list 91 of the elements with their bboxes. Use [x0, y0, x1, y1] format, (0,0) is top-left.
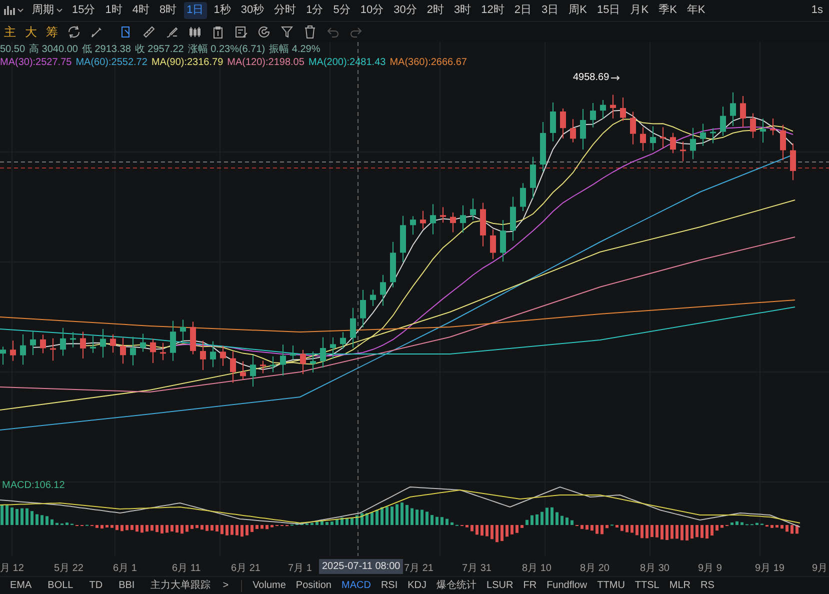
pen-icon[interactable]: [90, 25, 104, 39]
indicator-tab[interactable]: LSUR: [482, 578, 518, 593]
axis-date-label: 6月 1: [113, 562, 137, 576]
axis-date-label: 9月 9: [698, 562, 722, 576]
brush-icon[interactable]: [165, 25, 179, 39]
clipboard-icon[interactable]: [211, 25, 225, 39]
axis-date-label: 8月 20: [580, 562, 610, 576]
price-info-text: 高 3040.00: [29, 44, 78, 56]
price-info-text: 振幅 4.29%: [269, 44, 320, 56]
high-price-label: 4958.69: [573, 71, 610, 85]
indicator-tab[interactable]: EMA: [4, 578, 38, 593]
interval-tab[interactable]: 30秒: [238, 2, 268, 19]
bar-chart-icon: [4, 5, 16, 16]
moving-average-value: MA(90):2316.79: [151, 57, 224, 69]
indicator-tab[interactable]: 爆仓统计: [432, 578, 482, 593]
axis-date-label: 月 12: [0, 562, 24, 576]
interval-tab[interactable]: 10分: [357, 2, 387, 19]
candles-icon[interactable]: [188, 25, 202, 39]
indicator-tab[interactable]: MACD: [336, 578, 376, 593]
moving-average-value: MA(60):2552.72: [76, 57, 148, 69]
price-info-text: 50.50: [0, 44, 26, 56]
indicator-tab[interactable]: KDJ: [402, 578, 432, 593]
price-info-text: 低 2913.38: [82, 44, 131, 56]
interval-tab[interactable]: 季K: [656, 2, 680, 19]
axis-date-label: 7月 1: [288, 562, 312, 576]
interval-tab[interactable]: 30分: [390, 2, 420, 19]
note-icon[interactable]: [234, 25, 248, 39]
interval-tab[interactable]: 2日: [511, 2, 534, 19]
indicator-tab[interactable]: 主力大单跟踪: [144, 578, 217, 593]
crosshair-date-label: 2025-07-11 08:00: [319, 559, 404, 574]
axis-date-label: 9月: [812, 562, 828, 576]
period-dropdown[interactable]: 周期: [32, 2, 63, 19]
chart-type-button[interactable]: [4, 5, 24, 16]
interval-tab[interactable]: 15日: [594, 2, 624, 19]
more-button[interactable]: >: [216, 578, 235, 593]
interval-tab[interactable]: 1日: [184, 2, 207, 19]
moving-average-value: MA(360):2666.67: [390, 57, 467, 69]
axis-date-label: 6月 11: [172, 562, 201, 576]
trash-icon[interactable]: [303, 25, 317, 39]
axis-date-label: 5月 22: [54, 562, 84, 576]
interval-tab[interactable]: 1时: [102, 2, 126, 19]
moving-average-value: MA(120):2198.05: [227, 57, 304, 69]
indicator-tab[interactable]: Volume: [248, 578, 291, 593]
axis-date-label: 8月 30: [640, 562, 670, 576]
indicator-tab[interactable]: TTSL: [630, 578, 664, 593]
indicator-shortcut[interactable]: 大: [25, 23, 37, 41]
indicator-tab[interactable]: BBI: [112, 578, 141, 593]
indicator-shortcut[interactable]: 主: [4, 23, 16, 41]
arrow-icon: [611, 74, 622, 80]
indicator-tab[interactable]: MLR: [664, 578, 696, 593]
axis-date-label: 8月 10: [522, 562, 552, 576]
interval-tab[interactable]: 月K: [627, 2, 652, 19]
interval-tab[interactable]: 4时: [129, 2, 152, 19]
interval-tab[interactable]: 1秒: [210, 2, 234, 19]
indicator-tab[interactable]: BOLL: [42, 578, 80, 593]
indicator-tab[interactable]: RS: [696, 578, 720, 593]
interval-tab[interactable]: 周K: [566, 2, 590, 19]
price-info-text: 收 2957.22: [134, 44, 184, 56]
interval-tab[interactable]: 15分: [69, 2, 98, 19]
indicator-tab[interactable]: TD: [83, 578, 109, 593]
indicator-tab[interactable]: RSI: [376, 578, 403, 593]
filter-icon[interactable]: [280, 25, 294, 39]
cycle-icon[interactable]: [67, 25, 81, 39]
interval-tab[interactable]: 8时: [156, 2, 180, 19]
interval-tab[interactable]: 1分: [303, 2, 326, 19]
indicator-tab[interactable]: TTMU: [592, 578, 630, 593]
indicator-tab[interactable]: FR: [518, 578, 542, 593]
interval-tab[interactable]: 12时: [478, 2, 508, 19]
indicator-tab[interactable]: Position: [290, 578, 336, 593]
indicator-shortcut[interactable]: 筹: [46, 23, 58, 41]
axis-date-label: 7月 21: [404, 562, 434, 576]
interval-tab[interactable]: 3日: [538, 2, 562, 19]
interval-tab[interactable]: 5分: [330, 2, 354, 19]
redo-icon[interactable]: [349, 25, 363, 39]
axis-date-label: 7月 31: [462, 562, 492, 576]
refresh-rate-button[interactable]: 1s: [811, 2, 823, 19]
indicator-tab[interactable]: Fundflow: [542, 578, 592, 593]
moving-average-value: MA(30):2527.75: [0, 57, 72, 69]
interval-tab[interactable]: 2时: [424, 2, 447, 19]
macd-value-label: MACD:106.12: [2, 480, 65, 491]
undo-icon[interactable]: [326, 25, 340, 39]
caret-icon: [17, 8, 24, 13]
caret-icon: [56, 8, 63, 13]
price-info-text: 涨幅 0.23%(6.71): [188, 44, 266, 56]
axis-date-label: 6月 21: [231, 562, 260, 576]
axis-date-label: 9月 19: [755, 562, 784, 576]
moving-average-value: MA(200):2481.43: [308, 57, 386, 69]
ruler-icon[interactable]: [142, 25, 156, 39]
interval-tab[interactable]: 分时: [271, 2, 300, 19]
interval-tab[interactable]: 年K: [684, 2, 708, 19]
interval-tab[interactable]: 3时: [451, 2, 474, 19]
